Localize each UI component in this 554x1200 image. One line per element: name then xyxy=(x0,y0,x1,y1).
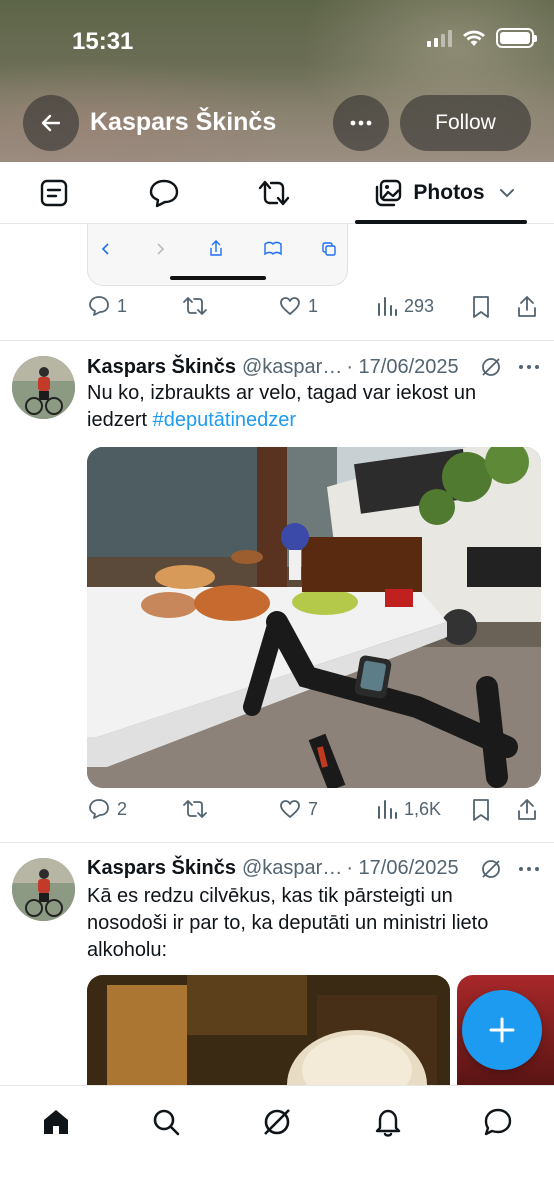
post-divider xyxy=(0,340,554,341)
reply-button[interactable]: 1 xyxy=(87,294,127,318)
browser-toolbar-icons xyxy=(101,240,336,256)
share-button[interactable] xyxy=(515,797,539,823)
photos-icon xyxy=(376,179,402,207)
tab-photos[interactable]: Photos xyxy=(370,162,520,224)
signal-icon xyxy=(427,29,452,47)
post-divider xyxy=(0,842,554,843)
compose-button[interactable] xyxy=(462,990,542,1070)
more-options-button[interactable] xyxy=(333,95,389,151)
post-header-icons xyxy=(480,858,540,880)
views-icon xyxy=(378,800,397,819)
post-body: Kā es redzu cilvēkus, kas tik pārsteigti… xyxy=(87,885,489,961)
post-date: · 17/06/2025 xyxy=(346,857,459,879)
like-count: 7 xyxy=(308,798,319,819)
arrow-left-icon xyxy=(41,114,61,132)
views-count: 1,6K xyxy=(404,798,442,819)
repost-button[interactable] xyxy=(182,797,208,821)
views-count: 293 xyxy=(404,295,435,316)
repost-icon xyxy=(183,297,207,315)
post-header: Kaspars Škinčs @kaspar… · 17/06/2025 xyxy=(87,857,459,880)
nav-search[interactable] xyxy=(146,1102,186,1142)
battery-icon xyxy=(496,28,537,48)
header-profile-name: Kaspars Škinčs xyxy=(90,108,277,136)
wifi-icon xyxy=(463,30,485,46)
hashtag-link[interactable]: #deputātinedzer xyxy=(153,409,296,431)
post-text: Nu ko, izbraukts ar velo, tagad var ieko… xyxy=(87,380,527,434)
post-date: · 17/06/2025 xyxy=(346,356,459,378)
status-icons xyxy=(427,28,537,48)
bottom-navigation xyxy=(0,1085,554,1200)
avatar-cyclist-image xyxy=(12,858,75,921)
post-header: Kaspars Škinčs @kaspar… · 17/06/2025 xyxy=(87,356,459,379)
post-photo[interactable] xyxy=(87,975,450,1085)
bookmark-button[interactable] xyxy=(470,294,492,320)
post-photo[interactable] xyxy=(87,447,541,788)
follow-button[interactable]: Follow xyxy=(400,95,531,151)
share-button[interactable] xyxy=(515,294,539,320)
avatar-cyclist-image xyxy=(12,356,75,419)
reply-icon xyxy=(89,296,109,316)
reply-button[interactable]: 2 xyxy=(87,797,127,821)
post-photo-image xyxy=(87,975,450,1085)
more-horizontal-icon xyxy=(350,120,372,126)
grok-icon xyxy=(264,1109,290,1135)
avatar[interactable] xyxy=(12,858,75,921)
more-horizontal-icon[interactable] xyxy=(518,364,540,370)
embedded-screenshot-card[interactable] xyxy=(87,224,348,286)
bookmark-icon xyxy=(473,296,489,318)
views-button[interactable]: 293 xyxy=(376,294,434,318)
profile-header: 15:31 Kaspars Škinčs Follow xyxy=(0,0,554,162)
bell-icon xyxy=(375,1109,401,1137)
nav-grok[interactable] xyxy=(257,1102,297,1142)
status-time: 15:31 xyxy=(72,28,134,55)
grok-icon[interactable] xyxy=(480,356,502,378)
home-indicator xyxy=(170,276,266,280)
share-icon xyxy=(518,799,536,820)
reply-count: 2 xyxy=(117,798,128,819)
avatar[interactable] xyxy=(12,356,75,419)
nav-home[interactable] xyxy=(36,1102,76,1142)
post-header-icons xyxy=(480,356,540,378)
repost-icon xyxy=(258,180,290,206)
like-count: 1 xyxy=(308,295,319,316)
post-author-name[interactable]: Kaspars Škinčs xyxy=(87,356,236,379)
reply-count: 1 xyxy=(117,295,128,316)
document-icon xyxy=(40,179,68,207)
tab-reposts[interactable] xyxy=(244,162,304,224)
share-icon xyxy=(518,296,536,317)
repost-icon xyxy=(183,800,207,818)
tab-posts[interactable] xyxy=(24,162,84,224)
nav-messages[interactable] xyxy=(478,1102,518,1142)
heart-icon xyxy=(280,800,300,818)
grok-icon[interactable] xyxy=(480,858,502,880)
post-author-handle[interactable]: @kaspar… xyxy=(242,356,342,379)
reply-icon xyxy=(89,799,109,819)
post-photo-image xyxy=(87,447,541,788)
tab-replies[interactable] xyxy=(134,162,194,224)
bookmark-button[interactable] xyxy=(470,797,492,823)
repost-button[interactable] xyxy=(182,294,208,318)
back-button[interactable] xyxy=(23,95,79,151)
reply-icon xyxy=(149,179,179,208)
post-author-name[interactable]: Kaspars Škinčs xyxy=(87,857,236,880)
plus-icon xyxy=(489,1017,515,1043)
search-icon xyxy=(153,1109,180,1136)
profile-tabs: Photos xyxy=(0,162,554,224)
like-button[interactable]: 1 xyxy=(278,294,318,318)
bookmark-icon xyxy=(473,799,489,821)
views-icon xyxy=(378,297,397,316)
active-tab-indicator xyxy=(355,220,527,224)
chevron-down-icon xyxy=(499,189,514,198)
home-icon xyxy=(44,1110,68,1134)
heart-icon xyxy=(280,297,300,315)
tab-photos-label: Photos xyxy=(413,181,485,204)
like-button[interactable]: 7 xyxy=(278,797,318,821)
nav-notifications[interactable] xyxy=(368,1102,408,1142)
views-button[interactable]: 1,6K xyxy=(376,797,441,821)
more-horizontal-icon[interactable] xyxy=(518,866,540,872)
post-author-handle[interactable]: @kaspar… xyxy=(242,857,342,880)
message-icon xyxy=(484,1108,512,1136)
